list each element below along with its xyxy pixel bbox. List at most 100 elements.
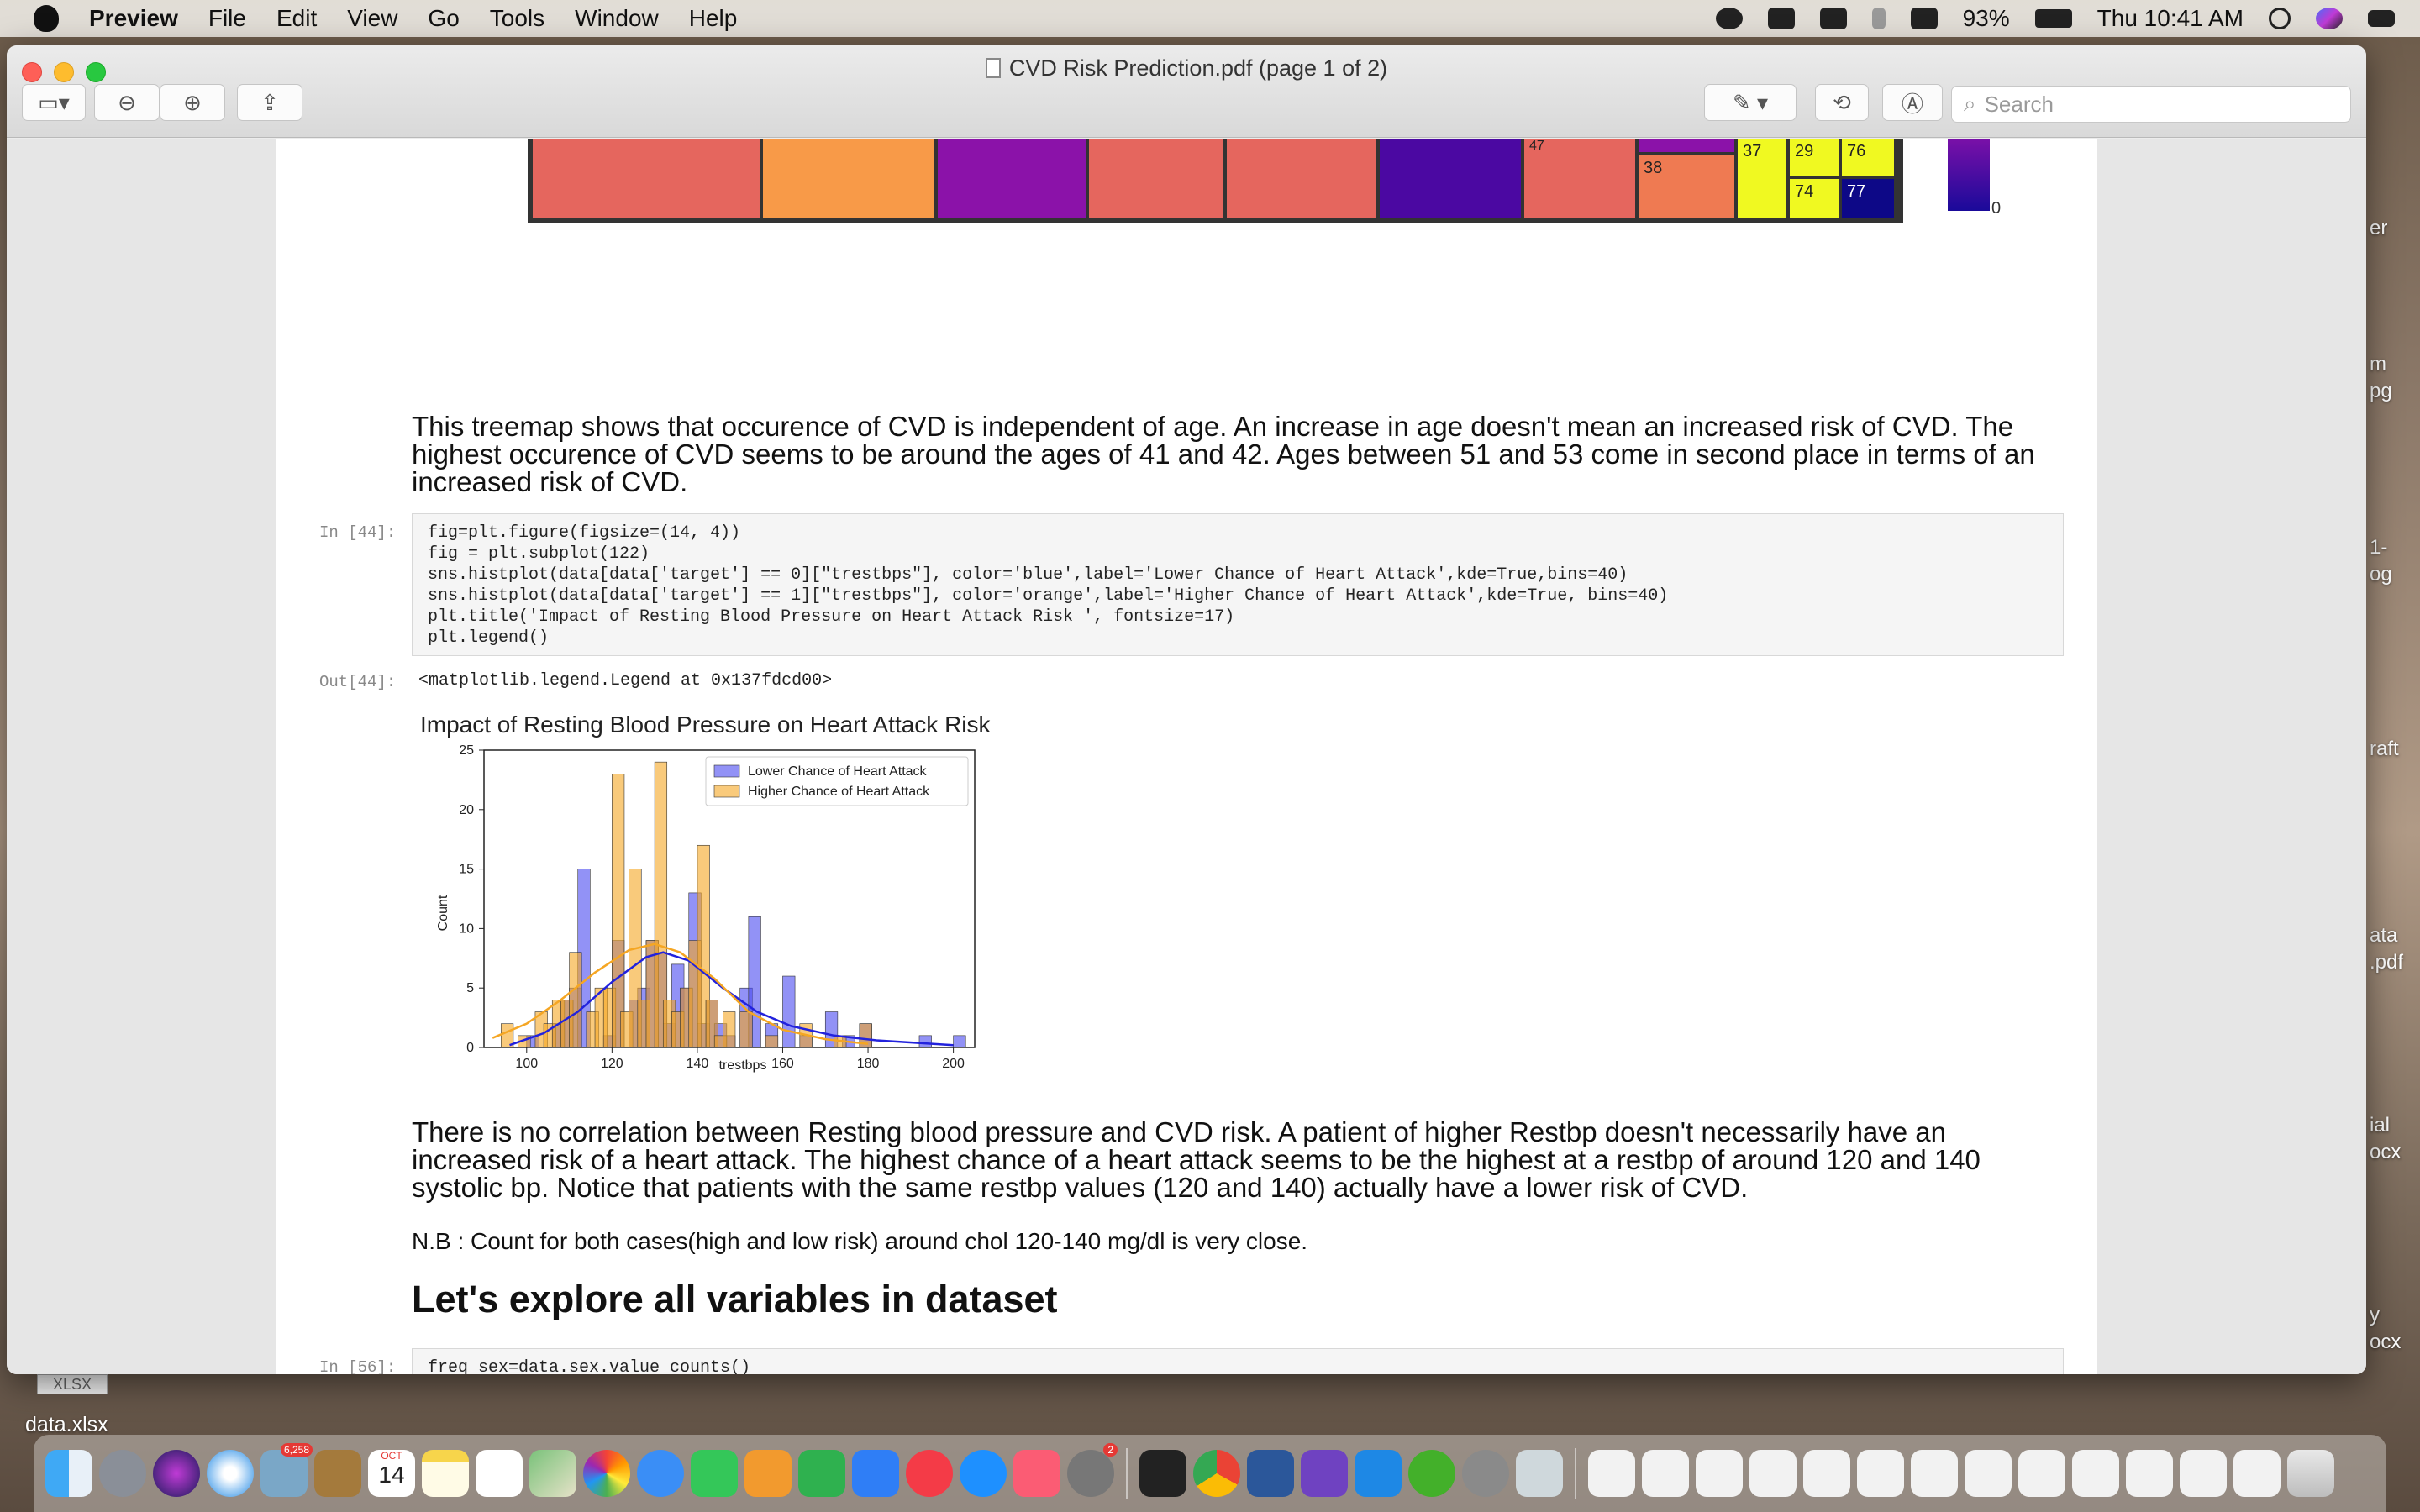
recent-document-thumbnail[interactable] xyxy=(2072,1450,2119,1497)
desktop-file-label[interactable]: pg xyxy=(2370,380,2392,403)
battery-percent[interactable]: 93% xyxy=(1963,5,2010,32)
desktop-file-name[interactable]: data.xlsx xyxy=(25,1413,108,1437)
desktop-file-label[interactable]: ocx xyxy=(2370,1331,2401,1354)
news-icon[interactable] xyxy=(906,1450,953,1497)
sidebar-toggle-button[interactable]: ▭▾ xyxy=(22,84,86,121)
recent-document-thumbnail[interactable] xyxy=(1642,1450,1689,1497)
menu-window[interactable]: Window xyxy=(575,5,659,32)
app-store-icon[interactable] xyxy=(960,1450,1007,1497)
pages-icon[interactable] xyxy=(744,1450,792,1497)
creative-cloud-icon[interactable] xyxy=(1715,8,1743,29)
wifi-icon[interactable] xyxy=(1910,8,1938,29)
menu-view[interactable]: View xyxy=(347,5,397,32)
code-cell-56[interactable]: freq_sex=data.sex.value_counts()freq_sex xyxy=(412,1348,2064,1374)
facetime-icon[interactable] xyxy=(691,1450,738,1497)
vscode-icon[interactable] xyxy=(1355,1450,1402,1497)
menu-app-name[interactable]: Preview xyxy=(89,5,178,32)
notebook-icon[interactable] xyxy=(314,1450,361,1497)
desktop-file-label[interactable]: .pdf xyxy=(2370,951,2403,974)
recent-document-thumbnail[interactable] xyxy=(2233,1450,2281,1497)
recent-document-thumbnail[interactable] xyxy=(1749,1450,1797,1497)
menu-edit[interactable]: Edit xyxy=(276,5,317,32)
finder-icon[interactable] xyxy=(45,1450,92,1497)
menu-clock[interactable]: Thu 10:41 AM xyxy=(2097,5,2244,32)
menu-file[interactable]: File xyxy=(208,5,246,32)
maps-icon[interactable] xyxy=(529,1450,576,1497)
desktop-file-label[interactable]: ial xyxy=(2370,1114,2390,1137)
preview-window: CVD Risk Prediction.pdf (page 1 of 2) ▭▾… xyxy=(7,45,2366,1374)
markup-toolbar-button[interactable]: Ⓐ xyxy=(1882,84,1943,121)
keynote-icon[interactable] xyxy=(852,1450,899,1497)
code-line: sns.histplot(data[data['target'] == 0]["… xyxy=(428,565,1628,585)
desktop-file-label[interactable]: og xyxy=(2370,563,2392,586)
desktop-file-label[interactable]: er xyxy=(2370,217,2387,240)
calendar-icon[interactable]: OCT 14 xyxy=(368,1450,415,1497)
siri-icon[interactable] xyxy=(2316,8,2343,29)
histogram-bar xyxy=(612,774,625,1048)
numbers-icon[interactable] xyxy=(798,1450,845,1497)
menu-help[interactable]: Help xyxy=(689,5,738,32)
search-field[interactable]: ⌕ Search xyxy=(1951,86,2351,123)
notes-icon[interactable] xyxy=(422,1450,469,1497)
music-icon[interactable] xyxy=(1013,1450,1060,1497)
airplay-icon[interactable] xyxy=(1819,8,1847,29)
terminal-icon[interactable] xyxy=(1139,1450,1186,1497)
recent-document-thumbnail[interactable] xyxy=(2018,1450,2065,1497)
rotate-button[interactable]: ⟲ xyxy=(1815,84,1869,121)
github-icon[interactable] xyxy=(1301,1450,1348,1497)
pdf-page: 47 38 37 29 76 74 77 0 This treemap show… xyxy=(276,139,2097,1374)
desktop-file-label[interactable]: y xyxy=(2370,1304,2380,1327)
apple-menu-icon[interactable] xyxy=(34,5,59,32)
reminders-icon[interactable] xyxy=(476,1450,523,1497)
word-icon[interactable] xyxy=(1247,1450,1294,1497)
recent-document-thumbnail[interactable] xyxy=(1803,1450,1850,1497)
mail-stamp-icon[interactable]: 6,258 xyxy=(260,1443,313,1497)
desktop-file-label[interactable]: ocx xyxy=(2370,1141,2401,1164)
recent-document-thumbnail[interactable] xyxy=(1588,1450,1635,1497)
safari-icon[interactable] xyxy=(207,1450,254,1497)
notification-center-icon[interactable] xyxy=(2368,10,2395,27)
desktop-file-label[interactable]: raft xyxy=(2370,738,2399,761)
recent-document-thumbnail[interactable] xyxy=(2180,1450,2227,1497)
menu-tools[interactable]: Tools xyxy=(490,5,544,32)
menu-bar: Preview File Edit View Go Tools Window H… xyxy=(0,0,2420,37)
resting-bp-explanation: There is no correlation between Resting … xyxy=(412,1116,1981,1203)
chrome-icon[interactable] xyxy=(1193,1450,1240,1497)
markup-pen-button[interactable]: ✎ ▾ xyxy=(1704,84,1797,121)
tex-icon[interactable] xyxy=(1462,1450,1509,1497)
desktop-file-tag[interactable]: XLSX xyxy=(37,1374,108,1394)
mail-badge: 6,258 xyxy=(280,1443,313,1457)
y-tick-label: 5 xyxy=(466,981,474,995)
battery-icon[interactable] xyxy=(2034,9,2072,28)
spotlight-search-icon[interactable] xyxy=(2269,8,2291,29)
desktop-file-label[interactable]: ata xyxy=(2370,924,2397,948)
recent-document-thumbnail[interactable] xyxy=(1696,1450,1743,1497)
document-viewport[interactable]: 47 38 37 29 76 74 77 0 This treemap show… xyxy=(7,139,2366,1374)
section-heading: Let's explore all variables in dataset xyxy=(412,1278,1058,1320)
recent-document-thumbnail[interactable] xyxy=(1911,1450,1958,1497)
zoom-out-button[interactable]: ⊖ xyxy=(94,84,160,121)
menu-go[interactable]: Go xyxy=(428,5,459,32)
evernote-icon[interactable] xyxy=(1767,8,1795,29)
share-button[interactable]: ⇪ xyxy=(237,84,302,121)
launchpad-icon[interactable] xyxy=(99,1450,146,1497)
recent-document-thumbnail[interactable] xyxy=(2126,1450,2173,1497)
messages-icon[interactable] xyxy=(637,1450,684,1497)
system-preferences-icon[interactable]: 2 xyxy=(1067,1443,1118,1497)
zoom-in-button[interactable]: ⊕ xyxy=(160,84,225,121)
bluetooth-icon[interactable] xyxy=(1871,8,1886,29)
desktop-file-label[interactable]: m xyxy=(2370,353,2386,376)
legend-label: Lower Chance of Heart Attack xyxy=(748,764,928,779)
photos-icon[interactable] xyxy=(583,1450,630,1497)
desktop-file-label[interactable]: 1- xyxy=(2370,536,2387,559)
recent-document-thumbnail[interactable] xyxy=(1857,1450,1904,1497)
nb-note: N.B : Count for both cases(high and low … xyxy=(412,1228,1308,1254)
treemap-cell xyxy=(533,139,760,218)
treemap-cell: 77 xyxy=(1842,179,1894,218)
preview-icon[interactable] xyxy=(1516,1450,1563,1497)
anaconda-icon[interactable] xyxy=(1408,1450,1455,1497)
siri-icon[interactable] xyxy=(153,1450,200,1497)
recent-document-thumbnail[interactable] xyxy=(1965,1450,2012,1497)
trash-icon[interactable] xyxy=(2287,1450,2334,1497)
code-cell-44[interactable]: fig=plt.figure(figsize=(14, 4)) fig = plt… xyxy=(412,513,2064,656)
